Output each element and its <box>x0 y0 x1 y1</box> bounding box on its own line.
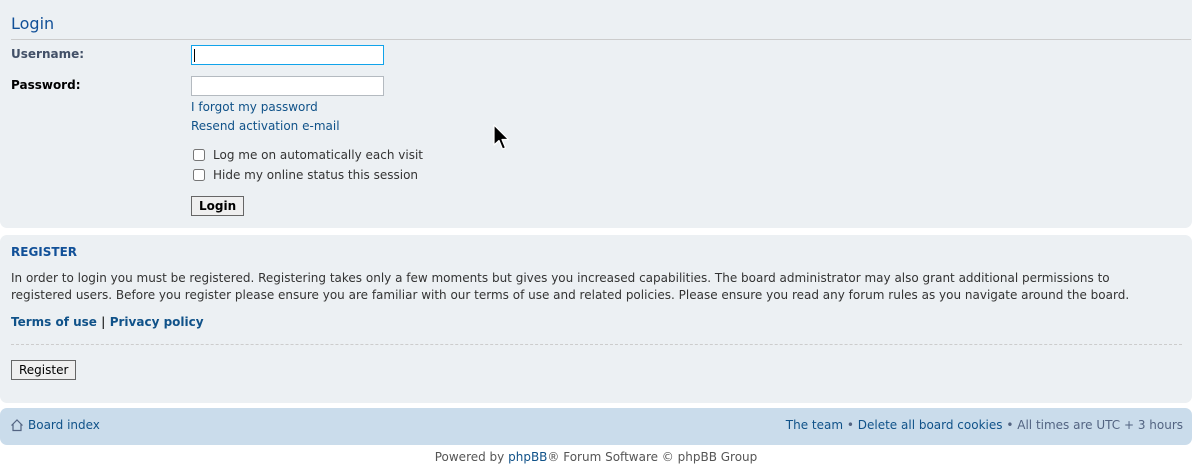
navbar-right: The team • Delete all board cookies • Al… <box>786 418 1183 432</box>
forgot-password-link[interactable]: I forgot my password <box>191 100 318 114</box>
privacy-policy-link[interactable]: Privacy policy <box>110 315 204 329</box>
password-input[interactable] <box>191 76 384 96</box>
board-index-nav: Board index <box>10 418 100 432</box>
the-team-link[interactable]: The team <box>786 418 843 432</box>
timezone-text: All times are UTC + 3 hours <box>1017 418 1183 432</box>
home-icon <box>10 418 24 432</box>
delete-cookies-link[interactable]: Delete all board cookies <box>858 418 1003 432</box>
policy-separator: | <box>101 315 106 329</box>
phpbb-link[interactable]: phpBB <box>508 450 547 464</box>
username-input[interactable] <box>191 45 384 65</box>
username-label: Username: <box>11 47 85 61</box>
text-caret <box>194 49 195 62</box>
mouse-pointer-icon <box>493 124 511 155</box>
footer-copyright: ® Forum Software © phpBB Group <box>547 450 758 464</box>
register-divider <box>11 344 1182 345</box>
autologin-label: Log me on automatically each visit <box>213 148 423 162</box>
resend-activation-link[interactable]: Resend activation e-mail <box>191 119 340 133</box>
password-label: Password: <box>11 78 81 92</box>
hide-online-checkbox[interactable] <box>193 169 205 181</box>
register-description: In order to login you must be registered… <box>11 271 1130 302</box>
autologin-checkbox[interactable] <box>193 149 205 161</box>
login-title: Login <box>11 14 1191 40</box>
powered-by-text: Powered by <box>434 450 505 464</box>
footer: Powered by phpBB® Forum Software © phpBB… <box>0 450 1192 464</box>
policy-links: Terms of use | Privacy policy <box>11 315 204 329</box>
nav-bullet: • <box>1006 418 1014 432</box>
login-button[interactable]: Login <box>191 196 245 216</box>
nav-bullet: • <box>846 418 854 432</box>
hide-online-row: Hide my online status this session <box>193 168 418 182</box>
autologin-row: Log me on automatically each visit <box>193 148 423 162</box>
board-index-link[interactable]: Board index <box>28 418 100 432</box>
register-title: REGISTER <box>11 245 78 259</box>
register-button[interactable]: Register <box>11 360 77 380</box>
hide-online-label: Hide my online status this session <box>213 168 419 182</box>
terms-of-use-link[interactable]: Terms of use <box>11 315 97 329</box>
